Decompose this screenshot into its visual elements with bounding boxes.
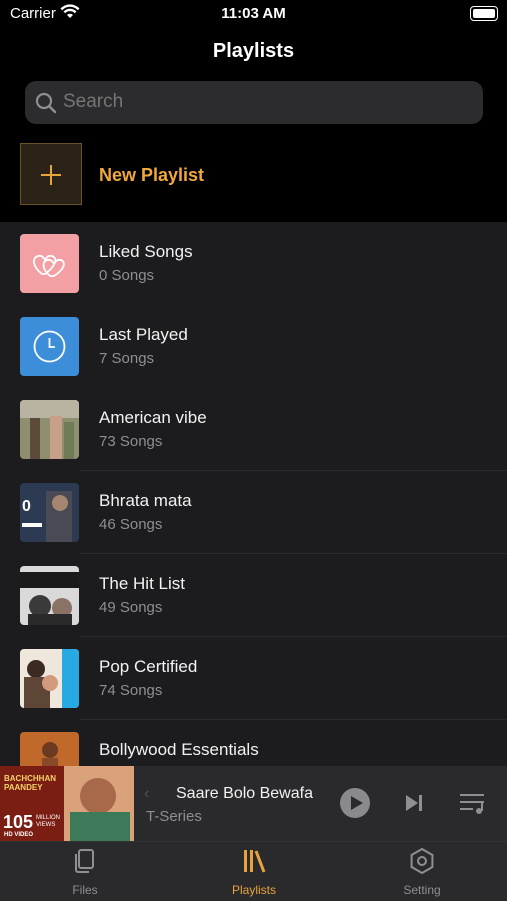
playlist-count: 7 Songs: [99, 350, 155, 367]
search-icon: [35, 92, 57, 114]
page-title: Playlists: [212, 40, 295, 62]
cover-art: [20, 566, 79, 625]
next-track-button[interactable]: [404, 793, 424, 813]
playlists-icon: [244, 850, 266, 873]
new-playlist-button[interactable]: [20, 143, 82, 205]
svg-text:0: 0: [22, 498, 31, 515]
cover-art: [20, 649, 79, 708]
playlist-name: Last Played: [99, 325, 188, 344]
playlist-name: American vibe: [99, 408, 207, 427]
new-playlist-label[interactable]: New Playlist: [99, 165, 204, 186]
now-playing-artwork: BACHCHHAN PAANDEY 105 MILLION VIEWS HD V…: [0, 766, 134, 841]
playlist-row-liked-songs[interactable]: Liked Songs 0 Songs: [0, 222, 507, 305]
tab-label: Files: [72, 883, 98, 897]
tab-files[interactable]: Files: [30, 848, 140, 897]
now-playing-title: Saare Bolo Bewafa: [176, 785, 313, 802]
queue-button[interactable]: [458, 792, 488, 816]
heart-icon: [20, 234, 79, 293]
playlist-row-last-played[interactable]: Last Played 7 Songs: [0, 305, 507, 388]
playlist-row-pop-certified[interactable]: Pop Certified 74 Songs: [0, 637, 507, 720]
files-icon: [75, 849, 94, 873]
playlist-name: Bollywood Essentials: [99, 740, 259, 759]
artwork-views: 105: [3, 812, 34, 832]
playlist-count: 74 Songs: [99, 682, 163, 699]
playlist-row-american-vibe[interactable]: American vibe 73 Songs: [0, 388, 507, 471]
playlist-row-bhrata-mata[interactable]: 0 Bhrata mata 46 Songs: [0, 471, 507, 554]
playlist-name: Pop Certified: [99, 657, 198, 676]
playlist-row-the-hit-list[interactable]: The Hit List 49 Songs: [0, 554, 507, 637]
search-bar[interactable]: [25, 81, 483, 124]
mini-player[interactable]: BACHCHHAN PAANDEY 105 MILLION VIEWS HD V…: [0, 766, 507, 841]
now-playing-artist: T-Series: [146, 808, 202, 825]
artwork-hd-label: HD VIDEO: [4, 832, 34, 838]
cover-art: 0: [20, 483, 79, 542]
artwork-title: BACHCHHAN PAANDEY: [4, 774, 56, 792]
playlist-count: 49 Songs: [99, 599, 163, 616]
clock-icon: [20, 317, 79, 376]
gear-icon: [410, 847, 434, 875]
playlist-count: 73 Songs: [99, 433, 163, 450]
tab-setting[interactable]: Setting: [367, 847, 477, 897]
playlist-name: The Hit List: [99, 574, 185, 593]
battery-icon: [470, 6, 498, 21]
tab-playlists[interactable]: Playlists: [199, 848, 309, 897]
clock: 11:03 AM: [221, 5, 286, 22]
artwork-views-label: MILLION VIEWS: [36, 815, 61, 828]
play-button[interactable]: [340, 788, 370, 818]
marquee-fade-icon: ‹: [144, 785, 150, 802]
status-bar: Carrier 11:03 AM: [0, 0, 507, 28]
play-icon: [351, 796, 363, 810]
playlist-count: 0 Songs: [99, 267, 155, 284]
playlist-name: Bhrata mata: [99, 491, 192, 510]
search-input[interactable]: [63, 91, 463, 113]
playlist-count: 46 Songs: [99, 516, 163, 533]
plus-icon-vertical: [50, 165, 52, 185]
tab-label: Setting: [403, 883, 441, 897]
tab-label: Playlists: [231, 883, 276, 897]
playlist-name: Liked Songs: [99, 242, 193, 261]
cover-art: [20, 400, 79, 459]
tab-bar: Files Playlists Setting: [0, 841, 507, 901]
